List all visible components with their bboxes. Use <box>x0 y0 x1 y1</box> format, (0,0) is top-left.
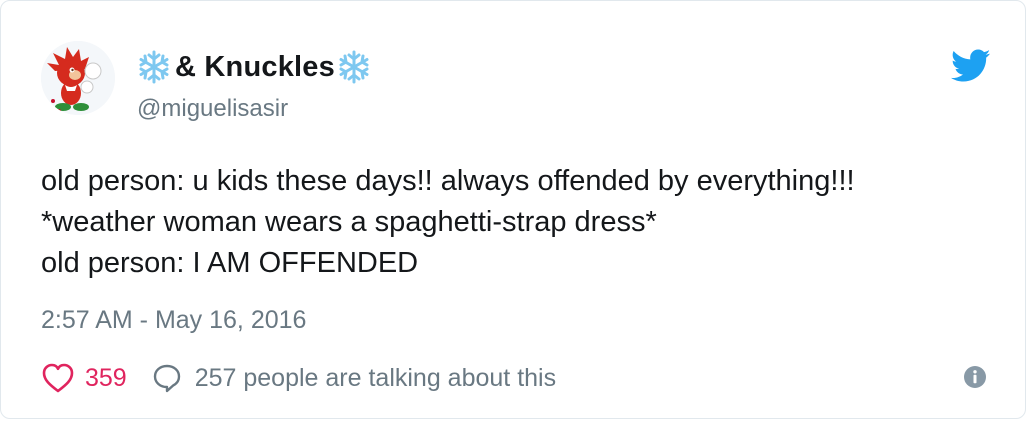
like-count[interactable]: 359 <box>85 364 127 393</box>
snowflake-icon <box>139 50 169 84</box>
heart-icon[interactable] <box>41 362 75 394</box>
twitter-bird-icon[interactable] <box>951 49 991 83</box>
snowflake-icon <box>339 50 369 84</box>
user-handle[interactable]: @miguelisasir <box>137 95 288 123</box>
author-name-row[interactable]: & Knuckles <box>137 47 371 87</box>
tweet-line: old person: u kids these days!! always o… <box>41 165 855 197</box>
replies-text[interactable]: 257 people are talking about this <box>195 364 556 393</box>
display-name: & Knuckles <box>175 50 335 83</box>
avatar-image <box>41 41 115 115</box>
tweet-actions: 359 257 people are talking about this <box>41 361 556 395</box>
tweet-line: old person: I AM OFFENDED <box>41 247 419 279</box>
tweet-timestamp[interactable]: 2:57 AM - May 16, 2016 <box>41 306 306 335</box>
tweet-line: *weather woman wears a spaghetti-strap d… <box>41 206 657 238</box>
speech-bubble-icon[interactable] <box>151 362 183 394</box>
tweet-text: old person: u kids these days!! always o… <box>41 161 1001 284</box>
tweet-card: & Knuckles @miguelisasir old person: u k… <box>0 0 1026 419</box>
info-icon[interactable] <box>963 365 987 389</box>
avatar[interactable] <box>41 41 115 115</box>
